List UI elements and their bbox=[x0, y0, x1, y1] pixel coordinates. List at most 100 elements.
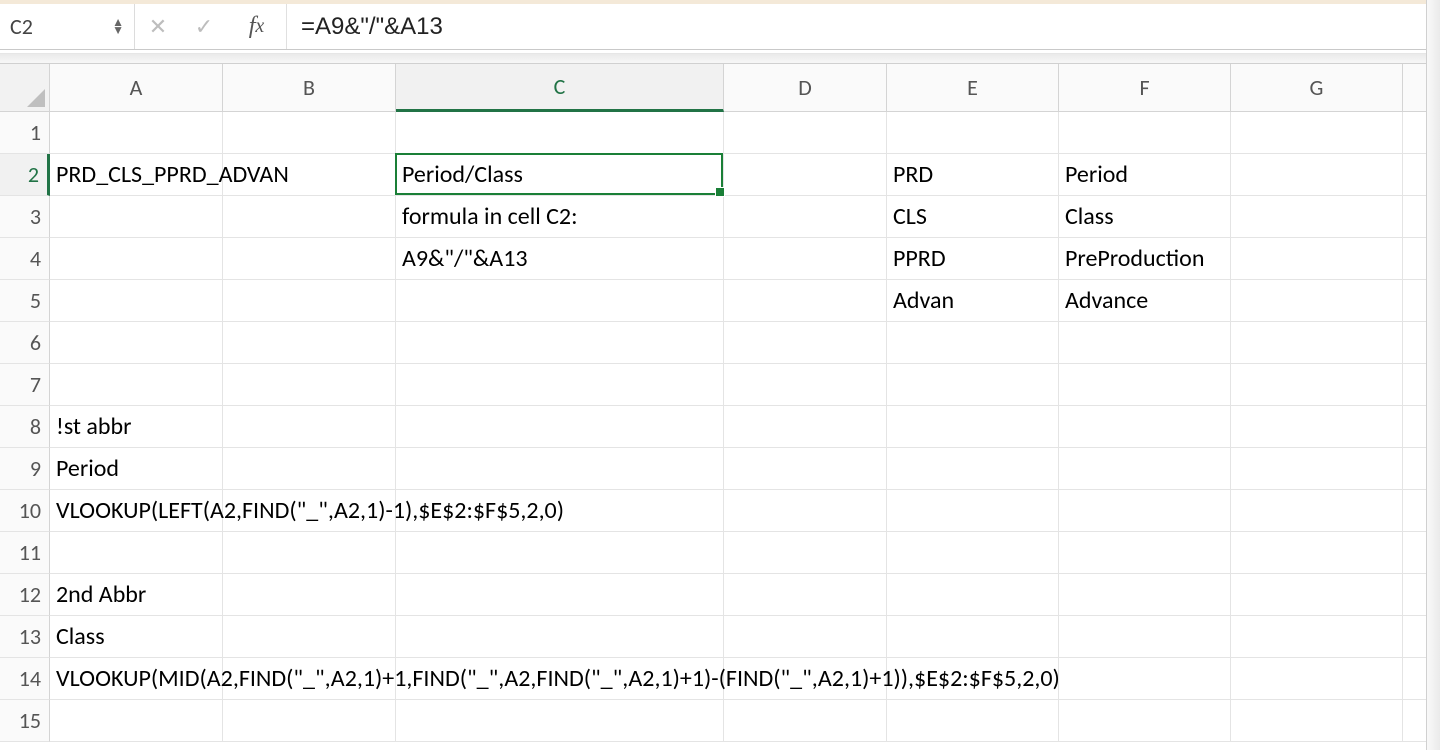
cell-B9[interactable] bbox=[223, 448, 396, 490]
column-header-G[interactable]: G bbox=[1231, 64, 1403, 112]
cell-G9[interactable] bbox=[1231, 448, 1403, 490]
column-header-E[interactable]: E bbox=[887, 64, 1059, 112]
cell-F3[interactable]: Class bbox=[1059, 196, 1231, 238]
cell-B7[interactable] bbox=[223, 364, 396, 406]
cell-B13[interactable] bbox=[223, 616, 396, 658]
column-header-A[interactable]: A bbox=[50, 64, 223, 112]
cell-B5[interactable] bbox=[223, 280, 396, 322]
cell-E8[interactable] bbox=[887, 406, 1059, 448]
cell-E11[interactable] bbox=[887, 532, 1059, 574]
cell-A12[interactable]: 2nd Abbr bbox=[50, 574, 223, 616]
cell-F6[interactable] bbox=[1059, 322, 1231, 364]
column-header-F[interactable]: F bbox=[1059, 64, 1231, 112]
row-header-7[interactable]: 7 bbox=[0, 364, 50, 406]
name-box-spinner[interactable]: ▲ ▼ bbox=[112, 19, 124, 35]
cell-E12[interactable] bbox=[887, 574, 1059, 616]
cell-C3[interactable]: formula in cell C2: bbox=[396, 196, 724, 238]
cell-C8[interactable] bbox=[396, 406, 724, 448]
cell-A9[interactable]: Period bbox=[50, 448, 223, 490]
cell-G13[interactable] bbox=[1231, 616, 1403, 658]
row-header-1[interactable]: 1 bbox=[0, 112, 50, 154]
cell-A3[interactable] bbox=[50, 196, 223, 238]
row-header-10[interactable]: 10 bbox=[0, 490, 50, 532]
cell-F2[interactable]: Period bbox=[1059, 154, 1231, 196]
cell-B1[interactable] bbox=[223, 112, 396, 154]
cancel-formula-button[interactable]: ✕ bbox=[135, 4, 181, 49]
cell-F9[interactable] bbox=[1059, 448, 1231, 490]
cell-G8[interactable] bbox=[1231, 406, 1403, 448]
name-box[interactable]: C2 ▲ ▼ bbox=[0, 4, 135, 49]
cell-F11[interactable] bbox=[1059, 532, 1231, 574]
cell-E5[interactable]: Advan bbox=[887, 280, 1059, 322]
cell-C12[interactable] bbox=[396, 574, 724, 616]
cell-D10[interactable] bbox=[724, 490, 887, 532]
cell-C13[interactable] bbox=[396, 616, 724, 658]
cell-D12[interactable] bbox=[724, 574, 887, 616]
cell-D11[interactable] bbox=[724, 532, 887, 574]
cell-B8[interactable] bbox=[223, 406, 396, 448]
cell-E9[interactable] bbox=[887, 448, 1059, 490]
cell-F5[interactable]: Advance bbox=[1059, 280, 1231, 322]
cell-A14[interactable]: VLOOKUP(MID(A2,FIND("_",A2,1)+1,FIND("_"… bbox=[50, 658, 223, 700]
cell-G11[interactable] bbox=[1231, 532, 1403, 574]
cell-C4[interactable]: A9&"/"&A13 bbox=[396, 238, 724, 280]
row-header-14[interactable]: 14 bbox=[0, 658, 50, 700]
cell-D13[interactable] bbox=[724, 616, 887, 658]
cell-E4[interactable]: PPRD bbox=[887, 238, 1059, 280]
cell-F4[interactable]: PreProduction bbox=[1059, 238, 1231, 280]
cell-B4[interactable] bbox=[223, 238, 396, 280]
insert-function-button[interactable]: fx bbox=[227, 4, 287, 49]
row-header-12[interactable]: 12 bbox=[0, 574, 50, 616]
cell-E10[interactable] bbox=[887, 490, 1059, 532]
cell-G15[interactable] bbox=[1231, 700, 1403, 742]
cell-C7[interactable] bbox=[396, 364, 724, 406]
cell-F13[interactable] bbox=[1059, 616, 1231, 658]
cell-G5[interactable] bbox=[1231, 280, 1403, 322]
cell-E2[interactable]: PRD bbox=[887, 154, 1059, 196]
cell-C6[interactable] bbox=[396, 322, 724, 364]
cell-A11[interactable] bbox=[50, 532, 223, 574]
cell-B3[interactable] bbox=[223, 196, 396, 238]
row-header-3[interactable]: 3 bbox=[0, 196, 50, 238]
cell-D1[interactable] bbox=[724, 112, 887, 154]
cells-area[interactable]: PRD_CLS_PPRD_ADVANPeriod/ClassPRDPeriodf… bbox=[50, 112, 1440, 742]
cell-F1[interactable] bbox=[1059, 112, 1231, 154]
cell-A4[interactable] bbox=[50, 238, 223, 280]
cell-A15[interactable] bbox=[50, 700, 223, 742]
column-header-D[interactable]: D bbox=[724, 64, 887, 112]
cell-D4[interactable] bbox=[724, 238, 887, 280]
cell-D3[interactable] bbox=[724, 196, 887, 238]
row-header-2[interactable]: 2 bbox=[0, 154, 50, 196]
cell-B11[interactable] bbox=[223, 532, 396, 574]
cell-B6[interactable] bbox=[223, 322, 396, 364]
cell-F7[interactable] bbox=[1059, 364, 1231, 406]
cell-C9[interactable] bbox=[396, 448, 724, 490]
cell-A8[interactable]: !st abbr bbox=[50, 406, 223, 448]
cell-E13[interactable] bbox=[887, 616, 1059, 658]
row-header-15[interactable]: 15 bbox=[0, 700, 50, 742]
row-header-9[interactable]: 9 bbox=[0, 448, 50, 490]
cell-D5[interactable] bbox=[724, 280, 887, 322]
column-header-C[interactable]: C bbox=[396, 64, 724, 112]
cell-B12[interactable] bbox=[223, 574, 396, 616]
cell-D2[interactable] bbox=[724, 154, 887, 196]
cell-A2[interactable]: PRD_CLS_PPRD_ADVAN bbox=[50, 154, 223, 196]
cell-G3[interactable] bbox=[1231, 196, 1403, 238]
cell-A10[interactable]: VLOOKUP(LEFT(A2,FIND("_",A2,1)-1),$E$2:$… bbox=[50, 490, 223, 532]
cell-A5[interactable] bbox=[50, 280, 223, 322]
cell-F10[interactable] bbox=[1059, 490, 1231, 532]
cell-E7[interactable] bbox=[887, 364, 1059, 406]
cell-F8[interactable] bbox=[1059, 406, 1231, 448]
cell-E1[interactable] bbox=[887, 112, 1059, 154]
cell-F15[interactable] bbox=[1059, 700, 1231, 742]
select-all-corner[interactable] bbox=[0, 64, 50, 112]
cell-E6[interactable] bbox=[887, 322, 1059, 364]
cell-G2[interactable] bbox=[1231, 154, 1403, 196]
cell-D7[interactable] bbox=[724, 364, 887, 406]
cell-D6[interactable] bbox=[724, 322, 887, 364]
cell-A7[interactable] bbox=[50, 364, 223, 406]
cell-F12[interactable] bbox=[1059, 574, 1231, 616]
row-header-8[interactable]: 8 bbox=[0, 406, 50, 448]
cell-C11[interactable] bbox=[396, 532, 724, 574]
cell-A13[interactable]: Class bbox=[50, 616, 223, 658]
